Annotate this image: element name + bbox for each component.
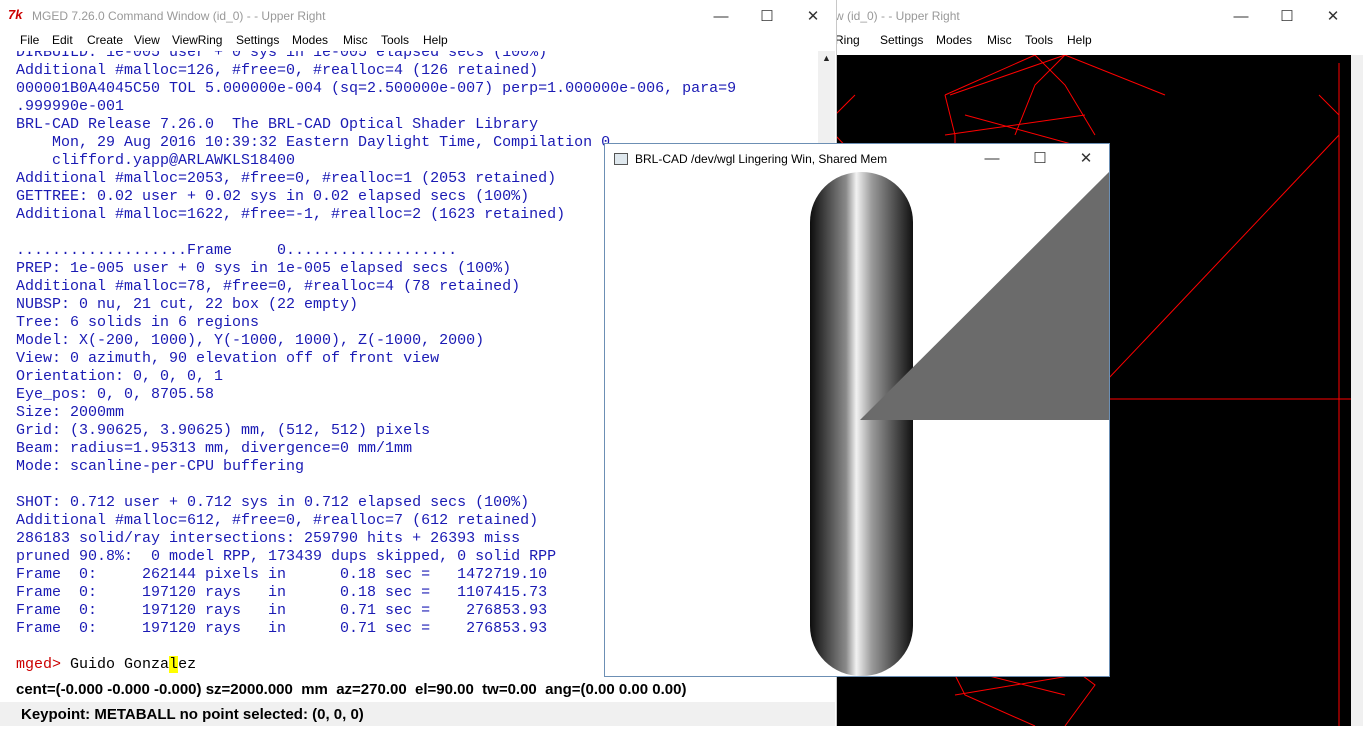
menu-modes[interactable]: Modes: [292, 33, 328, 47]
menu-viewring[interactable]: Ring: [835, 33, 860, 47]
menu-tools[interactable]: Tools: [381, 33, 409, 47]
graphics-scrollbar[interactable]: [1351, 55, 1363, 726]
graphics-window-title: w (id_0) - - Upper Right: [835, 9, 960, 23]
keypoint-status: Keypoint: METABALL no point selected: (0…: [21, 706, 364, 723]
command-input-text: Guido Gonza: [61, 656, 170, 673]
maximize-icon[interactable]: ☐: [744, 0, 790, 32]
console-line: Additional #malloc=126, #free=0, #reallo…: [16, 62, 539, 79]
menu-settings[interactable]: Settings: [236, 33, 279, 47]
menu-help[interactable]: Help: [423, 33, 448, 47]
raytrace-canvas[interactable]: [605, 172, 1109, 676]
rendered-image: [810, 172, 1109, 676]
command-input-tail: ez: [178, 656, 197, 673]
console-line: BRL-CAD Release 7.26.0 The BRL-CAD Optic…: [16, 116, 539, 133]
console-line: DIRBUILD: 1e-005 user + 0 sys in 1e-005 …: [16, 51, 548, 61]
scroll-up-arrow-icon[interactable]: ▲: [822, 53, 831, 63]
console-line: 000001B0A4045C50 TOL 5.000000e-004 (sq=2…: [16, 80, 737, 97]
menu-viewring[interactable]: ViewRing: [172, 33, 222, 47]
close-icon[interactable]: ✕: [1063, 142, 1109, 174]
menu-help[interactable]: Help: [1067, 33, 1092, 47]
close-icon[interactable]: ✕: [1310, 0, 1356, 32]
minimize-icon[interactable]: —: [1218, 0, 1264, 32]
close-icon[interactable]: ✕: [790, 0, 836, 32]
tk-feather-icon: 7k: [8, 7, 23, 22]
menu-file[interactable]: File: [20, 33, 39, 47]
graphics-window-titlebar[interactable]: w (id_0) - - Upper Right — ☐ ✕: [835, 0, 1363, 32]
menu-misc[interactable]: Misc: [987, 33, 1012, 47]
command-menubar: File Edit Create View ViewRing Settings …: [0, 32, 836, 50]
text-cursor: l: [169, 656, 179, 673]
command-window-title: MGED 7.26.0 Command Window (id_0) - - Up…: [32, 9, 326, 23]
menu-settings[interactable]: Settings: [880, 33, 923, 47]
command-prompt[interactable]: mged> Guido Gonzalez: [16, 656, 196, 674]
graphics-menubar: Ring Settings Modes Misc Tools Help: [835, 32, 1363, 50]
prompt-label: mged>: [16, 656, 62, 673]
menu-misc[interactable]: Misc: [343, 33, 368, 47]
menu-view[interactable]: View: [134, 33, 160, 47]
minimize-icon[interactable]: —: [969, 142, 1015, 174]
menu-create[interactable]: Create: [87, 33, 123, 47]
menu-modes[interactable]: Modes: [936, 33, 972, 47]
command-window-titlebar[interactable]: 7k MGED 7.26.0 Command Window (id_0) - -…: [0, 0, 836, 32]
minimize-icon[interactable]: —: [698, 0, 744, 32]
app-icon: [614, 153, 628, 165]
view-status-line: cent=(-0.000 -0.000 -0.000) sz=2000.000 …: [16, 681, 687, 698]
raytrace-window: BRL-CAD /dev/wgl Lingering Win, Shared M…: [604, 143, 1110, 677]
keypoint-bar: Keypoint: METABALL no point selected: (0…: [0, 702, 835, 726]
menu-edit[interactable]: Edit: [52, 33, 73, 47]
menu-tools[interactable]: Tools: [1025, 33, 1053, 47]
maximize-icon[interactable]: ☐: [1264, 0, 1310, 32]
raytrace-window-title: BRL-CAD /dev/wgl Lingering Win, Shared M…: [635, 152, 888, 166]
capsule-shape: [810, 172, 913, 676]
maximize-icon[interactable]: ☐: [1017, 142, 1063, 174]
console-line: .999990e-001: [16, 98, 125, 115]
